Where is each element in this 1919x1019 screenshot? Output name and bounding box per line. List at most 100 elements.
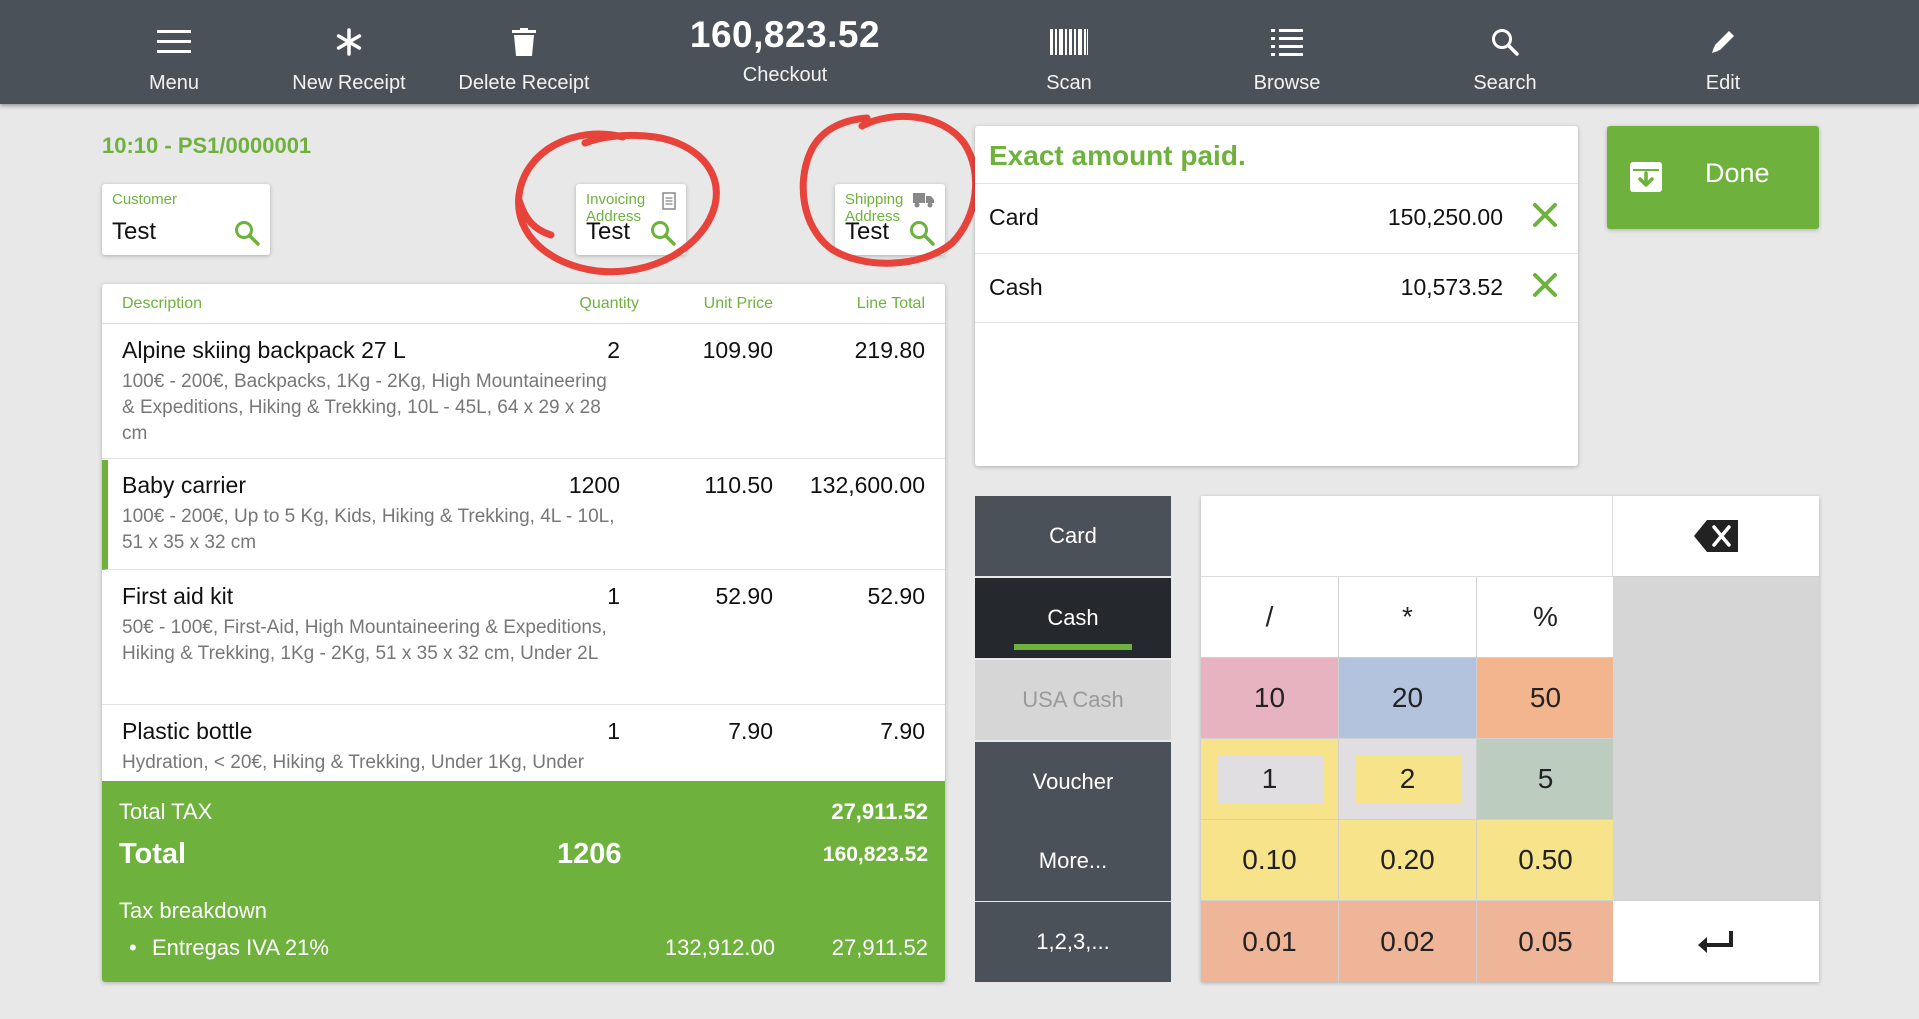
backspace-icon: [1694, 520, 1738, 552]
shipping-address-value: Test: [845, 218, 890, 245]
enter-key[interactable]: [1613, 901, 1819, 982]
shipping-search-icon[interactable]: [909, 220, 935, 251]
key-5[interactable]: 5: [1477, 739, 1615, 820]
key-0-01[interactable]: 0.01: [1201, 901, 1339, 982]
backspace-key[interactable]: [1613, 496, 1819, 577]
key-50[interactable]: 50: [1477, 658, 1615, 739]
payment-amount: 10,573.52: [1400, 274, 1503, 300]
key-0-05[interactable]: 0.05: [1477, 901, 1615, 982]
total-label: Total: [119, 838, 187, 870]
new-receipt-button[interactable]: New Receipt: [259, 0, 439, 104]
top-toolbar: Menu New Receipt Delete Receipt 160,823.…: [0, 0, 1919, 104]
key-multiply[interactable]: *: [1339, 577, 1477, 658]
line-total: 219.80: [854, 337, 925, 363]
scan-button[interactable]: Scan: [979, 0, 1159, 104]
payment-amount: 150,250.00: [1387, 204, 1503, 230]
key-0-10[interactable]: 0.10: [1201, 820, 1339, 901]
remove-payment-icon[interactable]: [1532, 202, 1558, 233]
receipt-lines-panel: Description Quantity Unit Price Line Tot…: [102, 284, 945, 982]
payment-row: Cash 10,573.52: [975, 253, 1578, 323]
method-label: 1,2,3,...: [1036, 929, 1110, 954]
tax-breakdown-tax: 27,911.52: [831, 935, 928, 960]
receipt-id: 10:10 - PS1/0000001: [102, 133, 312, 158]
key-0-20[interactable]: 0.20: [1339, 820, 1477, 901]
line-quantity: 1200: [568, 472, 620, 498]
tax-breakdown-bullet: •: [129, 935, 137, 960]
customer-value: Test: [112, 218, 157, 245]
hamburger-icon: [157, 22, 191, 62]
done-label: Done: [1705, 158, 1770, 188]
header-line-total: Line Total: [856, 295, 925, 312]
customer-selector[interactable]: Customer Test: [102, 184, 270, 255]
line-quantity: 1: [607, 583, 620, 609]
total-tax-label: Total TAX: [119, 799, 213, 824]
method-label: More...: [1038, 848, 1108, 873]
edit-button[interactable]: Edit: [1633, 0, 1813, 104]
header-quantity: Quantity: [579, 295, 639, 312]
key-label: 2: [1399, 763, 1416, 794]
key-label: 20: [1391, 682, 1424, 713]
line-quantity: 1: [607, 718, 620, 744]
checkout-amount: 160,823.52: [689, 14, 881, 55]
checkout-button[interactable]: 160,823.52 Checkout: [650, 0, 920, 104]
method-cash-button[interactable]: Cash: [975, 578, 1171, 658]
line-total: 132,600.00: [809, 472, 925, 498]
key-20[interactable]: 20: [1339, 658, 1477, 739]
method-more-button[interactable]: More...: [975, 821, 1171, 901]
delete-receipt-button[interactable]: Delete Receipt: [434, 0, 614, 104]
key-divide[interactable]: /: [1201, 577, 1339, 658]
scan-label: Scan: [1046, 72, 1092, 94]
table-row-selected[interactable]: Baby carrier 1200 110.50 132,600.00 100€…: [102, 460, 945, 570]
total-quantity: 1206: [557, 838, 622, 870]
shipping-address-selector[interactable]: Shipping Address Test: [835, 184, 945, 255]
remove-payment-icon[interactable]: [1532, 272, 1558, 303]
payment-method: Card: [989, 204, 1039, 230]
active-indicator: [1014, 644, 1132, 650]
edit-label: Edit: [1705, 72, 1741, 94]
line-unit-price: 52.90: [715, 583, 773, 609]
line-attributes: Hydration, < 20€, Hiking & Trekking, Und…: [122, 752, 585, 773]
line-total: 7.90: [880, 718, 925, 744]
key-label: 10: [1253, 682, 1286, 713]
key-1[interactable]: 1: [1201, 739, 1339, 820]
browse-button[interactable]: Browse: [1197, 0, 1377, 104]
checkout-label: Checkout: [742, 64, 828, 86]
invoicing-address-selector[interactable]: Invoicing Address Test: [576, 184, 686, 255]
tax-breakdown-label: Tax breakdown: [119, 898, 267, 923]
table-row[interactable]: Alpine skiing backpack 27 L 2 109.90 219…: [102, 325, 945, 459]
payment-row: Card 150,250.00: [975, 183, 1578, 253]
asterisk-icon: [334, 22, 364, 62]
method-label: Voucher: [1032, 769, 1114, 794]
key-label: 0.02: [1380, 925, 1435, 957]
done-button[interactable]: Done: [1607, 126, 1819, 229]
invoicing-search-icon[interactable]: [650, 220, 676, 251]
table-row[interactable]: First aid kit 1 52.90 52.90 50€ - 100€, …: [102, 571, 945, 705]
key-0-02[interactable]: 0.02: [1339, 901, 1477, 982]
truck-icon: [913, 192, 935, 213]
key-label: 0.10: [1242, 844, 1297, 875]
archive-download-icon: [1629, 160, 1663, 199]
key-0-50[interactable]: 0.50: [1477, 820, 1615, 901]
search-button[interactable]: Search: [1415, 0, 1595, 104]
invoicing-address-value: Test: [586, 218, 631, 245]
method-card-button[interactable]: Card: [975, 496, 1171, 576]
key-percent[interactable]: %: [1477, 577, 1615, 658]
method-voucher-button[interactable]: Voucher: [975, 742, 1171, 822]
line-unit-price: 110.50: [704, 472, 773, 498]
menu-button[interactable]: Menu: [84, 0, 264, 104]
key-label: 50: [1529, 682, 1562, 713]
method-numeric-keypad-button[interactable]: 1,2,3,...: [975, 902, 1171, 982]
key-10[interactable]: 10: [1201, 658, 1339, 739]
header-unit-price: Unit Price: [703, 295, 773, 312]
line-quantity: 2: [607, 337, 620, 363]
line-unit-price: 109.90: [702, 337, 773, 363]
numeric-keypad: / * % 10 20 50 1 2 5 0.10 0.20 0.50 0.01…: [1201, 496, 1819, 982]
line-description: Baby carrier: [122, 472, 246, 498]
method-usa-cash-button[interactable]: USA Cash: [975, 660, 1171, 740]
customer-search-icon[interactable]: [234, 220, 260, 251]
key-2[interactable]: 2: [1339, 739, 1477, 820]
line-description: First aid kit: [122, 583, 234, 609]
tax-breakdown-name: Entregas IVA 21%: [152, 935, 329, 960]
delete-receipt-label: Delete Receipt: [458, 72, 590, 94]
key-label: 0.05: [1518, 925, 1573, 957]
